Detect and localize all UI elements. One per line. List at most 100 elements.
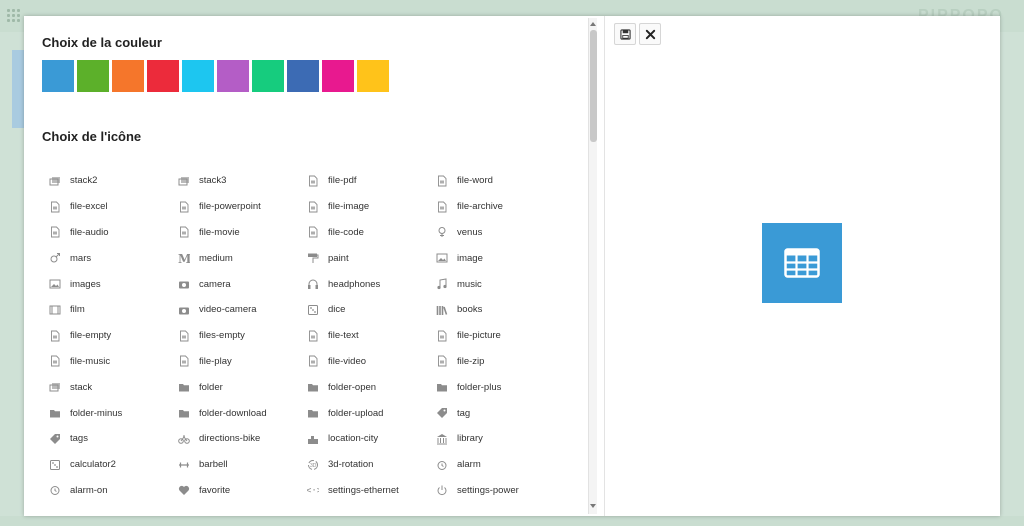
- icon-option-file-zip[interactable]: file-zip: [435, 355, 564, 368]
- images-icon: [48, 278, 61, 291]
- books-icon: [435, 303, 448, 316]
- color-swatch[interactable]: [252, 60, 284, 92]
- icon-option-settings-ethernet[interactable]: <·> settings-ethernet: [306, 484, 435, 497]
- icon-option-camera[interactable]: camera: [177, 278, 306, 291]
- icon-option-file-image[interactable]: file-image: [306, 200, 435, 213]
- icon-option-file-pdf[interactable]: file-pdf: [306, 174, 435, 187]
- file-pdf-icon: [306, 174, 319, 187]
- icon-option-file-picture[interactable]: file-picture: [435, 329, 564, 342]
- icon-option-files-empty[interactable]: files-empty: [177, 329, 306, 342]
- icon-row: file-empty files-empty file-text file-pictu…: [48, 323, 568, 349]
- icon-option-calculator2[interactable]: calculator2: [48, 458, 177, 471]
- icon-option-favorite[interactable]: favorite: [177, 484, 306, 497]
- icon-option-stack[interactable]: stack: [48, 381, 177, 394]
- icon-option-label: settings-power: [457, 484, 519, 496]
- stack2-icon: [48, 174, 61, 187]
- file-movie-icon: [177, 226, 190, 239]
- icon-option-label: video-camera: [199, 304, 257, 316]
- icon-option-label: file-text: [328, 330, 359, 342]
- file-empty-icon: [48, 329, 61, 342]
- icon-option-label: favorite: [199, 484, 231, 496]
- scroll-down-arrow-icon[interactable]: [590, 504, 596, 508]
- color-swatch[interactable]: [357, 60, 389, 92]
- icon-option-label: library: [457, 433, 483, 445]
- icon-option-alarm[interactable]: alarm: [435, 458, 564, 471]
- icon-option-settings-power[interactable]: settings-power: [435, 484, 564, 497]
- icon-option-images[interactable]: images: [48, 278, 177, 291]
- icon-option-stack3[interactable]: stack3: [177, 174, 306, 187]
- icon-option-label: stack: [70, 381, 93, 393]
- color-swatch[interactable]: [112, 60, 144, 92]
- pane-divider: [604, 16, 605, 516]
- icon-option-folder-download[interactable]: folder-download: [177, 407, 306, 420]
- icon-option-file-empty[interactable]: file-empty: [48, 329, 177, 342]
- color-swatch[interactable]: [182, 60, 214, 92]
- icon-option-folder-open[interactable]: folder-open: [306, 381, 435, 394]
- icon-option-venus[interactable]: venus: [435, 226, 564, 239]
- icon-option-music[interactable]: music: [435, 278, 564, 291]
- svg-text:3D: 3D: [310, 463, 317, 469]
- color-swatch[interactable]: [217, 60, 249, 92]
- close-icon: [645, 29, 655, 39]
- color-swatch[interactable]: [42, 60, 74, 92]
- close-button[interactable]: [639, 23, 661, 45]
- icon-option-headphones[interactable]: headphones: [306, 278, 435, 291]
- icon-option-stack2[interactable]: stack2: [48, 174, 177, 187]
- icon-option-folder[interactable]: folder: [177, 381, 306, 394]
- icon-option-books[interactable]: books: [435, 303, 564, 316]
- icon-option-barbell[interactable]: barbell: [177, 458, 306, 471]
- icon-option-file-code[interactable]: file-code: [306, 226, 435, 239]
- icon-option-dice[interactable]: dice: [306, 303, 435, 316]
- icon-option-file-play[interactable]: file-play: [177, 355, 306, 368]
- icon-option-file-music[interactable]: file-music: [48, 355, 177, 368]
- color-swatch[interactable]: [147, 60, 179, 92]
- icon-option-file-text[interactable]: file-text: [306, 329, 435, 342]
- icon-option-tag[interactable]: tag: [435, 407, 564, 420]
- icon-option-file-word[interactable]: file-word: [435, 174, 564, 187]
- icon-option-label: files-empty: [199, 330, 245, 342]
- picker-scrollbar[interactable]: [588, 18, 597, 514]
- icon-option-file-audio[interactable]: file-audio: [48, 226, 177, 239]
- scrollbar-thumb[interactable]: [590, 30, 597, 142]
- icon-color-picker-modal: Choix de la couleur Choix de l'icône sta…: [24, 16, 1000, 516]
- icon-option-label: directions-bike: [199, 433, 261, 445]
- icon-option-alarm-on[interactable]: alarm-on: [48, 484, 177, 497]
- icon-row: calculator2 barbell 3D 3d-rotation alarm: [48, 452, 568, 478]
- icon-option-file-powerpoint[interactable]: file-powerpoint: [177, 200, 306, 213]
- icon-option-paint[interactable]: paint: [306, 252, 435, 265]
- icon-option-label: 3d-rotation: [328, 459, 374, 471]
- icon-row: film video-camera dice books: [48, 297, 568, 323]
- file-play-icon: [177, 355, 190, 368]
- icon-option-tags[interactable]: tags: [48, 432, 177, 445]
- icon-option-library[interactable]: library: [435, 432, 564, 445]
- icon-option-label: file-powerpoint: [199, 201, 261, 213]
- icon-option-mars[interactable]: mars: [48, 252, 177, 265]
- icon-option-label: paint: [328, 252, 349, 264]
- icon-option-folder-upload[interactable]: folder-upload: [306, 407, 435, 420]
- file-excel-icon: [48, 200, 61, 213]
- icon-option-file-movie[interactable]: file-movie: [177, 226, 306, 239]
- icon-option-video-camera[interactable]: video-camera: [177, 303, 306, 316]
- icon-option-label: file-word: [457, 175, 493, 187]
- icon-option-label: folder-minus: [70, 407, 123, 419]
- icon-option-label: headphones: [328, 278, 381, 290]
- icon-option-directions-bike[interactable]: directions-bike: [177, 432, 306, 445]
- icon-option-film[interactable]: film: [48, 303, 177, 316]
- icon-option-3d-rotation[interactable]: 3D 3d-rotation: [306, 458, 435, 471]
- icon-option-label: stack2: [70, 175, 98, 187]
- svg-text:M: M: [178, 252, 190, 264]
- color-swatch[interactable]: [287, 60, 319, 92]
- icon-option-medium[interactable]: Mmedium: [177, 252, 306, 265]
- icon-option-file-archive[interactable]: file-archive: [435, 200, 564, 213]
- icon-option-file-video[interactable]: file-video: [306, 355, 435, 368]
- icon-option-folder-minus[interactable]: folder-minus: [48, 407, 177, 420]
- icon-option-folder-plus[interactable]: folder-plus: [435, 381, 564, 394]
- folder-upload-icon: [306, 407, 319, 420]
- icon-option-location-city[interactable]: location-city: [306, 432, 435, 445]
- scroll-up-arrow-icon[interactable]: [590, 22, 596, 26]
- color-swatch[interactable]: [322, 60, 354, 92]
- icon-option-image[interactable]: image: [435, 252, 564, 265]
- icon-option-file-excel[interactable]: file-excel: [48, 200, 177, 213]
- save-button[interactable]: [614, 23, 636, 45]
- color-swatch[interactable]: [77, 60, 109, 92]
